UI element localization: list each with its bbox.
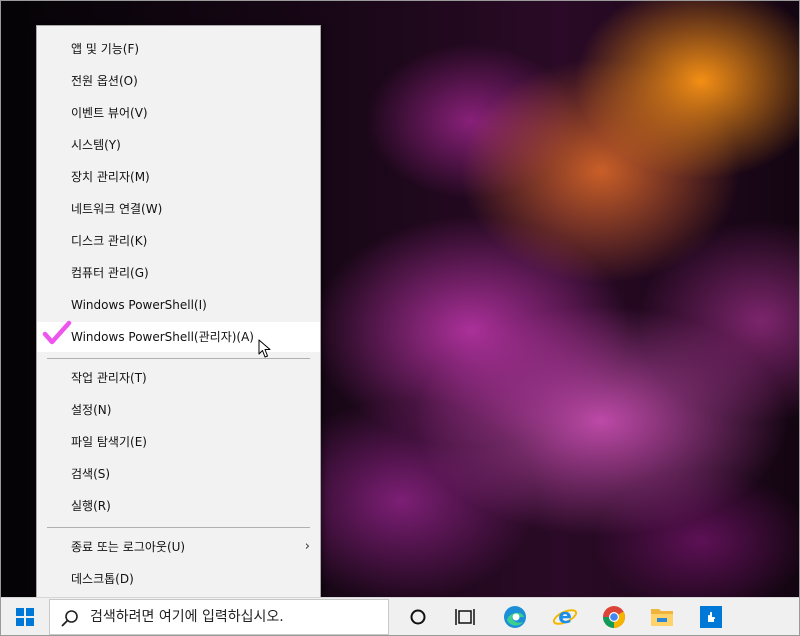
menu-separator	[47, 527, 310, 528]
menu-item-run[interactable]: 실행(R)	[37, 491, 320, 521]
checkmark-annotation-icon	[42, 320, 72, 345]
menu-item-desktop[interactable]: 데스크톱(D)	[37, 564, 320, 594]
search-placeholder-text: 검색하려면 여기에 입력하십시오.	[90, 609, 284, 625]
task-view-button[interactable]	[441, 598, 489, 635]
taskbar-search-box[interactable]: 검색하려면 여기에 입력하십시오.	[49, 599, 389, 635]
menu-item-task-manager[interactable]: 작업 관리자(T)	[37, 363, 320, 393]
store-app-icon	[700, 606, 722, 628]
internet-explorer-icon: e	[552, 604, 578, 628]
menu-item-apps-features[interactable]: 앱 및 기능(F)	[37, 34, 320, 64]
taskbar: 검색하려면 여기에 입력하십시오. e	[1, 597, 799, 635]
chrome-button[interactable]	[590, 598, 638, 635]
menu-item-network-connections[interactable]: 네트워크 연결(W)	[37, 194, 320, 224]
menu-item-search[interactable]: 검색(S)	[37, 459, 320, 489]
menu-item-system[interactable]: 시스템(Y)	[37, 130, 320, 160]
menu-item-event-viewer[interactable]: 이벤트 뷰어(V)	[37, 98, 320, 128]
task-view-icon	[455, 609, 475, 625]
mouse-pointer-icon	[258, 339, 271, 358]
svg-text:e: e	[558, 604, 572, 628]
cortana-button[interactable]	[394, 598, 442, 635]
menu-item-settings[interactable]: 설정(N)	[37, 395, 320, 425]
menu-item-device-manager[interactable]: 장치 관리자(M)	[37, 162, 320, 192]
windows-start-icon	[16, 608, 34, 626]
menu-item-file-explorer[interactable]: 파일 탐색기(E)	[37, 427, 320, 457]
internet-explorer-button[interactable]: e	[541, 598, 589, 635]
menu-item-disk-management[interactable]: 디스크 관리(K)	[37, 226, 320, 256]
cortana-icon	[410, 609, 426, 625]
start-button[interactable]	[1, 598, 49, 635]
menu-item-powershell[interactable]: Windows PowerShell(I)	[37, 290, 320, 320]
file-explorer-button[interactable]	[638, 598, 686, 635]
menu-item-power-options[interactable]: 전원 옵션(O)	[37, 66, 320, 96]
menu-item-powershell-admin[interactable]: Windows PowerShell(관리자)(A)	[37, 322, 320, 352]
search-icon	[61, 610, 78, 627]
edge-button[interactable]	[491, 598, 539, 635]
store-app-button[interactable]	[687, 598, 735, 635]
menu-item-computer-management[interactable]: 컴퓨터 관리(G)	[37, 258, 320, 288]
menu-item-shutdown-signout[interactable]: 종료 또는 로그아웃(U) ›	[37, 532, 320, 562]
file-explorer-icon	[651, 609, 673, 626]
menu-item-label: 종료 또는 로그아웃(U)	[71, 540, 186, 554]
screen: 앱 및 기능(F) 전원 옵션(O) 이벤트 뷰어(V) 시스템(Y) 장치 관…	[0, 0, 800, 636]
chrome-icon	[603, 606, 625, 628]
chevron-right-icon: ›	[304, 539, 310, 554]
winx-context-menu: 앱 및 기능(F) 전원 옵션(O) 이벤트 뷰어(V) 시스템(Y) 장치 관…	[36, 25, 321, 604]
edge-icon	[504, 606, 526, 628]
